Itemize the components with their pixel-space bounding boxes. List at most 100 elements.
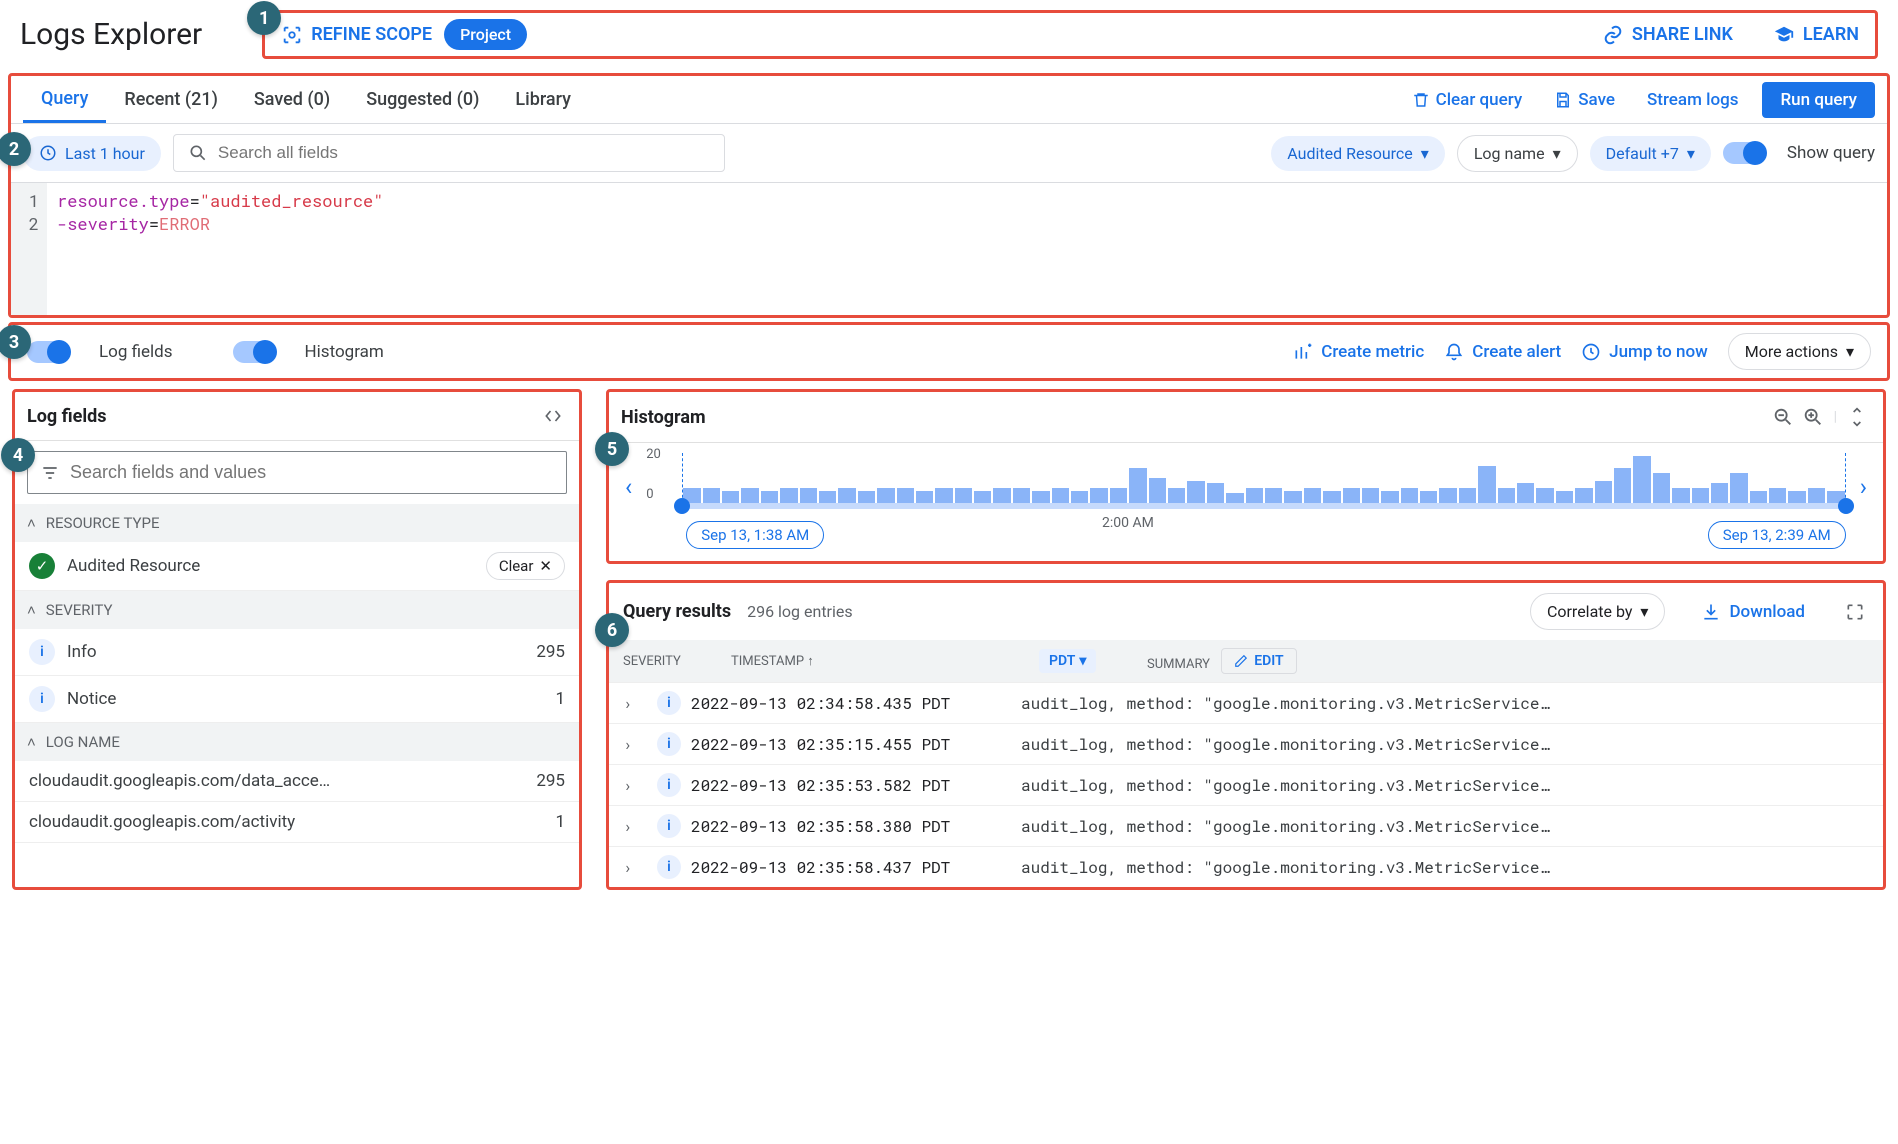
log-row[interactable]: › i 2022-09-13 02:35:58.437 PDT audit_lo…: [609, 846, 1883, 887]
histogram-bar[interactable]: [761, 491, 778, 504]
histogram-bar[interactable]: [1168, 488, 1185, 503]
histogram-bar[interactable]: [1343, 488, 1360, 503]
histogram-bar[interactable]: [1110, 488, 1127, 503]
log-fields-search-wrapper[interactable]: [27, 451, 567, 494]
histogram-bar[interactable]: [741, 488, 758, 503]
logname-row[interactable]: cloudaudit.googleapis.com/data_acce… 295: [15, 761, 579, 802]
histogram-bar[interactable]: [1362, 488, 1379, 503]
histogram-bar[interactable]: [1052, 488, 1069, 503]
time-slider-track[interactable]: [682, 503, 1846, 509]
histogram-bar[interactable]: [1769, 488, 1786, 503]
fullscreen-button[interactable]: [1841, 598, 1869, 626]
resource-type-value-row[interactable]: ✓ Audited Resource Clear ✕: [15, 542, 579, 591]
col-summary[interactable]: SUMMARY EDIT: [1147, 648, 1869, 674]
project-chip[interactable]: Project: [444, 19, 527, 50]
histogram-toggle[interactable]: [233, 341, 275, 363]
resource-filter-dropdown[interactable]: Audited Resource ▾: [1271, 136, 1445, 171]
histogram-bar[interactable]: [819, 491, 836, 504]
histogram-bar[interactable]: [1071, 491, 1088, 504]
expand-row-button[interactable]: ›: [623, 775, 657, 796]
histogram-bar[interactable]: [1575, 488, 1592, 503]
log-row[interactable]: › i 2022-09-13 02:34:58.435 PDT audit_lo…: [609, 682, 1883, 723]
histogram-bar[interactable]: [800, 488, 817, 503]
time-slider-start-handle[interactable]: [674, 498, 690, 514]
logname-group[interactable]: ˄ LOG NAME: [15, 723, 579, 761]
log-row[interactable]: › i 2022-09-13 02:35:58.380 PDT audit_lo…: [609, 805, 1883, 846]
histogram-bar[interactable]: [1750, 491, 1767, 504]
col-timestamp[interactable]: TIMESTAMP ↑: [731, 653, 1031, 669]
tab-query[interactable]: Query: [23, 76, 106, 123]
refine-scope-button[interactable]: REFINE SCOPE: [281, 24, 432, 46]
col-severity[interactable]: SEVERITY: [623, 654, 723, 669]
time-slider-end-handle[interactable]: [1838, 498, 1854, 514]
collapse-panel-button[interactable]: [539, 402, 567, 430]
histogram-bar[interactable]: [1304, 488, 1321, 503]
severity-row-info[interactable]: i Info 295: [15, 629, 579, 676]
histogram-bar[interactable]: [1788, 491, 1805, 504]
histogram-bar[interactable]: [1595, 481, 1612, 504]
histogram-bar[interactable]: [1653, 473, 1670, 503]
histogram-bar[interactable]: [897, 488, 914, 503]
timezone-dropdown[interactable]: PDT ▾: [1039, 649, 1096, 673]
histogram-bar[interactable]: [1129, 468, 1146, 503]
histogram-bar[interactable]: [1420, 491, 1437, 504]
histogram-bar[interactable]: [1730, 473, 1747, 503]
expand-vert-button[interactable]: [1843, 403, 1871, 431]
histogram-bar[interactable]: [722, 491, 739, 504]
share-link-button[interactable]: SHARE LINK: [1602, 24, 1733, 46]
histogram-bar[interactable]: [935, 488, 952, 503]
show-query-toggle[interactable]: [1723, 142, 1765, 164]
histogram-bar[interactable]: [993, 488, 1010, 503]
download-button[interactable]: Download: [1701, 602, 1805, 622]
search-fields-input[interactable]: [218, 143, 710, 163]
histogram-bar[interactable]: [1401, 488, 1418, 503]
histogram-bar[interactable]: [916, 491, 933, 504]
histogram-bar[interactable]: [1265, 488, 1282, 503]
severity-group[interactable]: ˄ SEVERITY: [15, 591, 579, 629]
time-end-chip[interactable]: Sep 13, 2:39 AM: [1708, 521, 1846, 549]
log-fields-toggle[interactable]: [27, 341, 69, 363]
time-start-chip[interactable]: Sep 13, 1:38 AM: [686, 521, 824, 549]
histogram-bar[interactable]: [1032, 491, 1049, 504]
histogram-bar[interactable]: [1711, 483, 1728, 503]
histogram-bar[interactable]: [1517, 483, 1534, 503]
histogram-bar[interactable]: [1672, 488, 1689, 503]
histogram-next-button[interactable]: ›: [1854, 467, 1873, 507]
histogram-bar[interactable]: [1478, 466, 1495, 504]
histogram-bar[interactable]: [955, 488, 972, 503]
histogram-bar[interactable]: [1226, 493, 1243, 503]
histogram-bar[interactable]: [1459, 488, 1476, 503]
histogram-bar[interactable]: [1149, 478, 1166, 503]
histogram-bar[interactable]: [1536, 488, 1553, 503]
histogram-bar[interactable]: [1207, 483, 1224, 503]
run-query-button[interactable]: Run query: [1762, 82, 1875, 118]
histogram-bar[interactable]: [877, 488, 894, 503]
save-button[interactable]: Save: [1554, 90, 1615, 110]
edit-summary-button[interactable]: EDIT: [1221, 648, 1296, 674]
clear-resource-chip[interactable]: Clear ✕: [486, 552, 565, 580]
query-editor[interactable]: 12 resource.type="audited_resource" -sev…: [11, 183, 1887, 315]
histogram-bar[interactable]: [1323, 491, 1340, 504]
zoom-in-button[interactable]: [1798, 402, 1828, 432]
histogram-bar[interactable]: [1692, 488, 1709, 503]
more-actions-dropdown[interactable]: More actions ▾: [1728, 333, 1871, 370]
tab-saved[interactable]: Saved (0): [236, 76, 348, 123]
histogram-bar[interactable]: [1633, 456, 1650, 504]
severity-filter-dropdown[interactable]: Default +7 ▾: [1590, 136, 1711, 171]
histogram-bar[interactable]: [1556, 491, 1573, 504]
histogram-chart[interactable]: 20 0 Sep 13, 1:38 AM Sep 13, 2:39 AM 2:0…: [646, 447, 1846, 527]
expand-row-button[interactable]: ›: [623, 693, 657, 714]
histogram-bar[interactable]: [974, 491, 991, 504]
histogram-prev-button[interactable]: ‹: [619, 467, 638, 507]
log-row[interactable]: › i 2022-09-13 02:35:53.582 PDT audit_lo…: [609, 764, 1883, 805]
zoom-out-button[interactable]: [1768, 402, 1798, 432]
histogram-bar[interactable]: [1381, 491, 1398, 504]
severity-row-notice[interactable]: i Notice 1: [15, 676, 579, 723]
logname-filter-dropdown[interactable]: Log name ▾: [1457, 135, 1578, 172]
histogram-bar[interactable]: [1187, 481, 1204, 504]
expand-row-button[interactable]: ›: [623, 857, 657, 878]
histogram-bar[interactable]: [1498, 488, 1515, 503]
histogram-bar[interactable]: [1090, 488, 1107, 503]
histogram-bar[interactable]: [1614, 468, 1631, 503]
jump-to-now-button[interactable]: Jump to now: [1581, 342, 1708, 362]
